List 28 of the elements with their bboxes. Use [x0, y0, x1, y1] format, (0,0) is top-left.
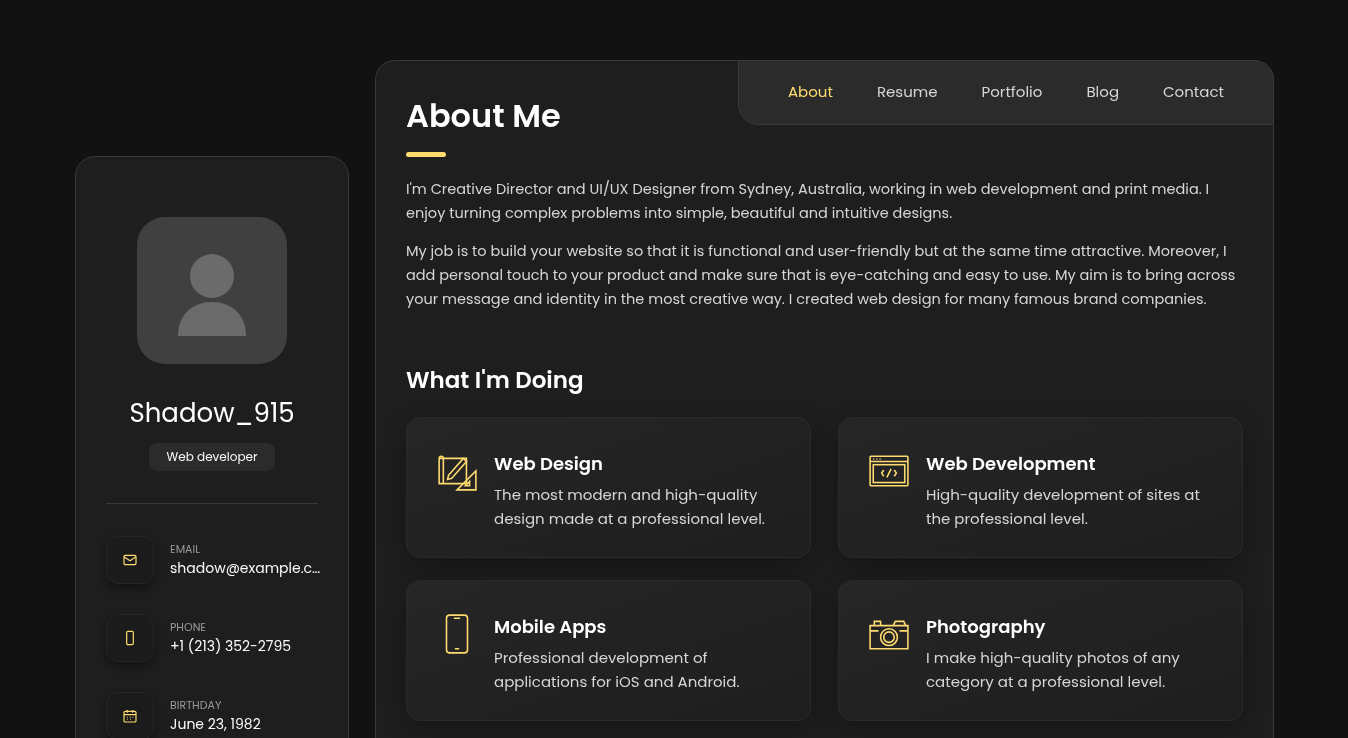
contact-label: EMAIL [170, 541, 201, 558]
about-paragraph: I'm Creative Director and UI/UX Designer from Sydney, Australia, working in web development and print media. I enjoy turning complex problems into simple, beautiful and intuitive designs. [406, 177, 1211, 225]
section-title: What I'm Doing [406, 362, 585, 398]
service-description: The most modern and high-quality design made at a professional level. [494, 483, 766, 532]
role-tag: Web developer [148, 443, 276, 471]
service-title: Photography [926, 613, 1047, 641]
contact-value: +1 (213) 352-2795 [170, 635, 292, 657]
contact-label: PHONE [170, 619, 207, 636]
nav-link[interactable]: Contact [1163, 81, 1224, 104]
service-description: Professional development of applications for iOS and Android. [494, 646, 741, 695]
service-description: I make high-quality photos of any category at a professional level. [926, 646, 1181, 695]
title-underline [406, 151, 446, 157]
contact-label: BIRTHDAY [170, 697, 223, 714]
about-paragraph: My job is to build your website so that it is functional and user-friendly but at the same time attractive. Moreover, I add personal touch to your product and make sure that is eye-catching and easy to use. My aim is to bring across your message and identity in the most creative way. I created web design for many famous brand companies. [406, 239, 1237, 311]
nav-link[interactable]: Resume [876, 81, 938, 104]
service-title: Mobile Apps [494, 613, 608, 641]
contact-value: shadow@example.c… [170, 557, 318, 579]
nav-link[interactable]: Blog [1086, 81, 1120, 104]
page-title: About Me [406, 95, 562, 137]
service-description: High-quality development of sites at the professional level. [926, 483, 1201, 532]
profile-name: Shadow_915 [129, 394, 295, 433]
service-title: Web Design [494, 450, 604, 478]
envelope-icon [122, 552, 138, 568]
service-title: Web Development [926, 450, 1097, 478]
nav-link[interactable]: Portfolio [981, 81, 1043, 104]
contact-value: June 23, 1982 [170, 713, 261, 735]
nav-link[interactable]: About [788, 81, 833, 104]
calendar-icon [122, 708, 138, 724]
